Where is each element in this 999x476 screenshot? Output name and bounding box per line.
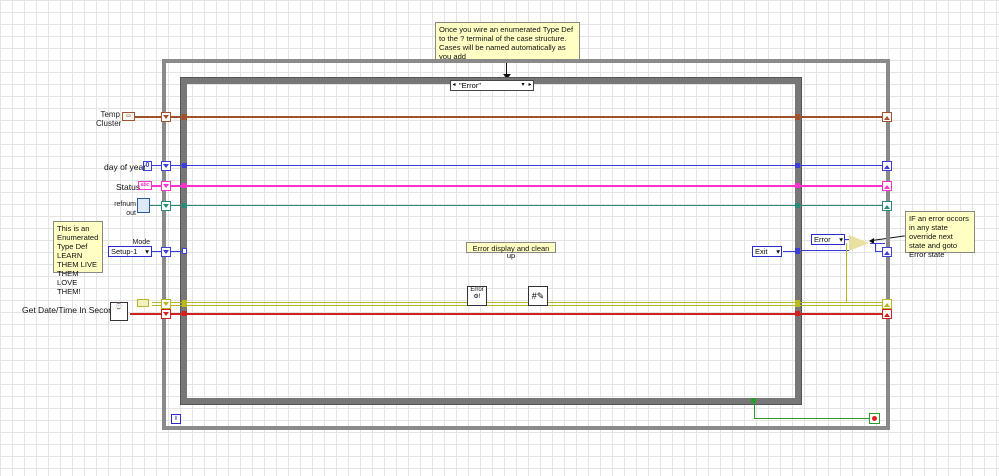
error-dialog-vi-icon[interactable]: Error ⚙! <box>467 286 487 306</box>
error-dropdown-icon[interactable]: ▾ <box>839 235 843 244</box>
case-next-icon[interactable]: ▸ <box>527 81 533 90</box>
shift-register-time-left[interactable] <box>161 309 171 319</box>
tunnel-int-left <box>182 163 187 168</box>
next-state-wire <box>801 250 849 251</box>
temp-cluster-control[interactable]: ▭ <box>122 112 135 121</box>
shift-register-string-right[interactable] <box>882 181 892 191</box>
case-selector[interactable]: ◂ "Error" ▾ ▸ <box>450 80 534 91</box>
status-label: Status <box>116 182 141 192</box>
status-control[interactable]: abc <box>138 181 152 190</box>
tunnel-error-left <box>182 300 187 307</box>
error-constant[interactable] <box>137 299 149 307</box>
shift-register-error-left[interactable] <box>161 299 171 309</box>
shift-register-refnum-right[interactable] <box>882 201 892 211</box>
shift-register-cluster-left[interactable] <box>161 112 171 122</box>
shift-register-int-right[interactable] <box>882 161 892 171</box>
case-selector-value: "Error" <box>459 81 481 90</box>
tunnel-string-right <box>795 183 800 188</box>
left-comment-note: This is an Enumerated Type Def LEARN THE… <box>53 221 103 296</box>
get-datetime-vi-icon[interactable]: ⌚ <box>110 302 128 321</box>
error-wire <box>152 302 885 303</box>
shift-register-refnum-left[interactable] <box>161 201 171 211</box>
loop-iteration-terminal: i <box>171 414 181 424</box>
tunnel-error-right <box>795 300 800 307</box>
mode-enum-control[interactable]: Setup-1 ▾ <box>108 246 152 257</box>
tunnel-refnum-left <box>182 203 187 208</box>
tunnel-enum-right <box>795 248 800 254</box>
exit-enum-constant[interactable]: Exit ▾ <box>752 246 782 257</box>
cluster-wire <box>135 116 885 118</box>
case-dropdown-icon[interactable]: ▾ <box>520 81 526 90</box>
select-out-wire <box>870 243 885 244</box>
status-wire <box>152 185 885 187</box>
tunnel-string-left <box>182 183 187 188</box>
shift-register-time-right[interactable] <box>882 309 892 319</box>
exit-dropdown-icon[interactable]: ▾ <box>776 247 780 256</box>
tunnel-int-right <box>795 163 800 168</box>
refnum-wire <box>150 205 885 206</box>
day-of-year-control[interactable]: 0 <box>143 161 152 171</box>
loop-condition-terminal[interactable] <box>869 413 880 424</box>
top-comment-note: Once you wire an enumerated Type Def to … <box>435 22 580 62</box>
shift-register-int-left[interactable] <box>161 161 171 171</box>
tunnel-time-right <box>795 311 800 316</box>
day-of-year-wire <box>152 165 885 166</box>
mode-dropdown-icon[interactable]: ▾ <box>145 247 149 256</box>
clear-errors-vi-icon[interactable]: #✎ <box>528 286 548 306</box>
select-out-wire-down <box>875 243 876 251</box>
time-wire <box>130 313 885 315</box>
shift-register-enum-left[interactable] <box>161 247 171 257</box>
refnum-out-label: refnum out <box>114 201 136 217</box>
mode-enum-value: Setup-1 <box>111 247 138 256</box>
shift-register-enum-right[interactable] <box>882 247 892 257</box>
shift-register-error-right[interactable] <box>882 299 892 309</box>
error-to-select-wire <box>846 243 847 303</box>
day-of-year-label: day of year <box>104 162 147 172</box>
tunnel-cluster-right <box>795 114 800 120</box>
stop-wire-h <box>754 418 870 419</box>
temp-cluster-label: Temp Cluster <box>96 110 122 128</box>
error-enum-value: Error <box>814 235 831 244</box>
shift-register-cluster-right[interactable] <box>882 112 892 122</box>
error-enum-constant[interactable]: Error ▾ <box>811 234 845 245</box>
case-structure[interactable] <box>180 77 802 405</box>
tunnel-refnum-right <box>795 203 800 208</box>
stop-wire-source <box>751 398 756 403</box>
error-wire-2 <box>152 305 885 306</box>
exit-enum-value: Exit <box>755 247 768 256</box>
select-function-outline <box>849 235 869 251</box>
get-datetime-label: Get Date/Time In Seconds <box>22 305 122 315</box>
case-description: Error display and clean up <box>466 242 556 259</box>
case-prev-icon[interactable]: ◂ <box>451 81 457 90</box>
refnum-out-icon[interactable] <box>137 198 150 213</box>
tunnel-time-left <box>182 311 187 316</box>
right-comment-note: IF an error occors in any state override… <box>905 211 975 259</box>
tunnel-enum-left <box>182 248 187 254</box>
tunnel-cluster-left <box>182 114 187 120</box>
shift-register-string-left[interactable] <box>161 181 171 191</box>
